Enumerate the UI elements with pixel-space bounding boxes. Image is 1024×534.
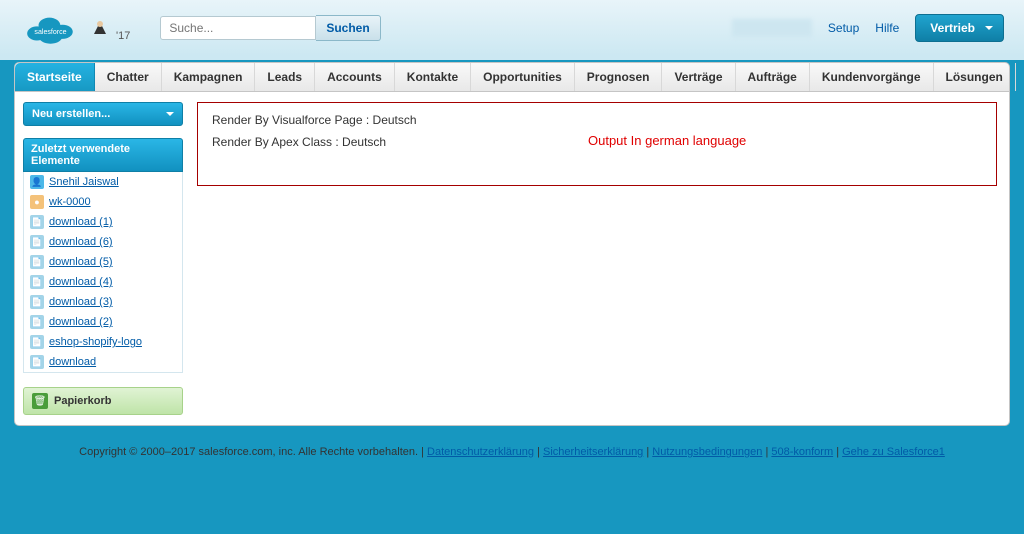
doc-icon: 📄	[30, 315, 44, 329]
user-icon: 👤	[30, 175, 44, 189]
recent-link[interactable]: Snehil Jaiswal	[49, 176, 119, 188]
recent-link[interactable]: download	[49, 356, 96, 368]
tab-verträge[interactable]: Verträge	[662, 63, 735, 91]
recent-item: 👤 Snehil Jaiswal	[24, 172, 182, 192]
trash-label: Papierkorb	[54, 395, 111, 407]
tab-kampagnen[interactable]: Kampagnen	[162, 63, 256, 91]
tab-kontakte[interactable]: Kontakte	[395, 63, 471, 91]
doc-icon: 📄	[30, 335, 44, 349]
doc-icon: 📄	[30, 255, 44, 269]
tab-accounts[interactable]: Accounts	[315, 63, 395, 91]
recent-section: Zuletzt verwendete Elemente 👤 Snehil Jais…	[23, 138, 183, 373]
tabs-bar: StartseiteChatterKampagnenLeadsAccountsK…	[14, 62, 1010, 92]
annotation-label: Output In german language	[588, 133, 746, 148]
recent-item: 📄 download	[24, 352, 182, 372]
recent-item: 📄 download (5)	[24, 252, 182, 272]
recent-item: ● wk-0000	[24, 192, 182, 212]
help-link[interactable]: Hilfe	[875, 21, 899, 35]
doc-icon: 📄	[30, 295, 44, 309]
recent-link[interactable]: download (3)	[49, 296, 113, 308]
tab-aufträge[interactable]: Aufträge	[736, 63, 810, 91]
footer-link[interactable]: Gehe zu Salesforce1	[842, 446, 945, 458]
recent-link[interactable]: download (5)	[49, 256, 113, 268]
new-create-button[interactable]: Neu erstellen...	[23, 102, 183, 126]
tab-prognosen[interactable]: Prognosen	[575, 63, 663, 91]
app-switcher[interactable]: Vertrieb	[915, 14, 1004, 42]
search-input[interactable]	[160, 16, 316, 40]
sidebar: Neu erstellen... Zuletzt verwendete Elem…	[15, 92, 191, 425]
doc-icon: 📄	[30, 215, 44, 229]
doc-icon: 📄	[30, 355, 44, 369]
salesforce-logo[interactable]: salesforce	[20, 7, 80, 49]
tab-kundenvorgänge[interactable]: Kundenvorgänge	[810, 63, 934, 91]
recent-item: 📄 download (3)	[24, 292, 182, 312]
trash-section[interactable]: 🗑 Papierkorb	[23, 387, 183, 415]
doc-icon: 📄	[30, 235, 44, 249]
recent-header: Zuletzt verwendete Elemente	[23, 138, 183, 172]
content-area: Neu erstellen... Zuletzt verwendete Elem…	[14, 92, 1010, 426]
setup-link[interactable]: Setup	[828, 21, 859, 35]
svg-text:salesforce: salesforce	[34, 29, 66, 36]
output-box: Render By Visualforce Page : Deutsch Ren…	[197, 102, 997, 186]
recent-link[interactable]: wk-0000	[49, 196, 91, 208]
tab-startseite[interactable]: Startseite	[15, 63, 95, 91]
recent-list: 👤 Snehil Jaiswal ● wk-0000 📄 download (1) 📄 dow…	[23, 172, 183, 373]
tab-opportunities[interactable]: Opportunities	[471, 63, 575, 91]
recent-item: 📄 download (1)	[24, 212, 182, 232]
recent-link[interactable]: download (1)	[49, 216, 113, 228]
recent-link[interactable]: download (4)	[49, 276, 113, 288]
main-area: Render By Visualforce Page : Deutsch Ren…	[191, 92, 1009, 425]
tab-lösungen[interactable]: Lösungen	[934, 63, 1016, 91]
doc-icon: 📄	[30, 275, 44, 289]
opp-icon: ●	[30, 195, 44, 209]
recent-item: 📄 download (6)	[24, 232, 182, 252]
recent-item: 📄 eshop-shopify-logo	[24, 332, 182, 352]
tab-produkte[interactable]: Produkte	[1016, 63, 1024, 91]
search-form: Suchen	[160, 15, 380, 41]
footer-link[interactable]: 508-konform	[771, 446, 833, 458]
year-badge: '17	[116, 30, 130, 42]
recent-item: 📄 download (4)	[24, 272, 182, 292]
tab-chatter[interactable]: Chatter	[95, 63, 162, 91]
search-button[interactable]: Suchen	[316, 15, 380, 41]
copyright-text: Copyright © 2000–2017 salesforce.com, in…	[79, 446, 427, 458]
trash-icon: 🗑	[32, 393, 48, 409]
footer-link[interactable]: Nutzungsbedingungen	[652, 446, 762, 458]
render-vf-line: Render By Visualforce Page : Deutsch	[212, 113, 982, 127]
header: salesforce '17 Suchen Setup Hilfe Vertri…	[0, 0, 1024, 56]
footer: Copyright © 2000–2017 salesforce.com, in…	[0, 438, 1024, 466]
recent-link[interactable]: download (2)	[49, 316, 113, 328]
mascot-icon: '17	[90, 14, 130, 42]
footer-link[interactable]: Sicherheitserklärung	[543, 446, 643, 458]
tab-leads[interactable]: Leads	[255, 63, 315, 91]
recent-link[interactable]: eshop-shopify-logo	[49, 336, 142, 348]
footer-link[interactable]: Datenschutzerklärung	[427, 446, 534, 458]
user-menu[interactable]	[732, 19, 812, 37]
recent-item: 📄 download (2)	[24, 312, 182, 332]
recent-link[interactable]: download (6)	[49, 236, 113, 248]
